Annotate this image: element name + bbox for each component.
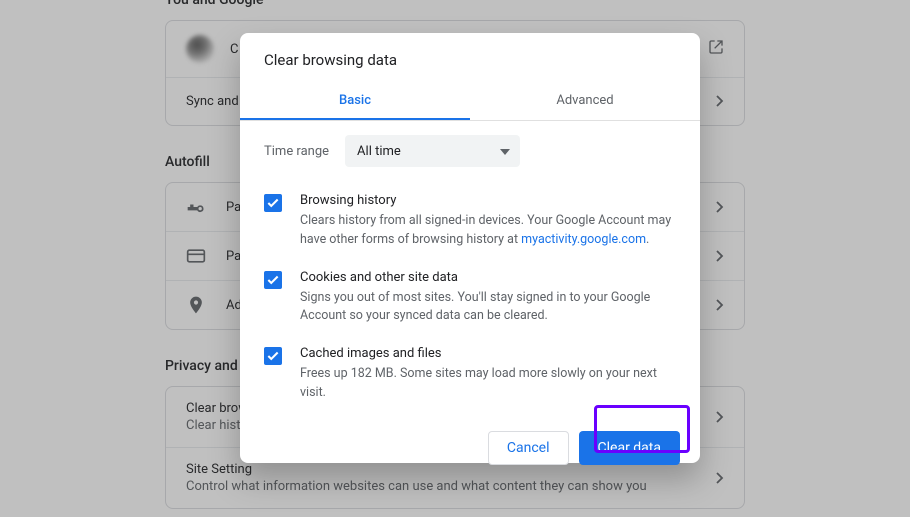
time-range-label: Time range [264, 144, 329, 159]
clear-browsing-data-dialog: Clear browsing data Basic Advanced Time … [240, 33, 700, 463]
option-cookies: Cookies and other site data Signs you ou… [264, 262, 676, 339]
option-description: Frees up 182 MB. Some sites may load mor… [300, 365, 676, 403]
option-browsing-history: Browsing history Clears history from all… [264, 185, 676, 262]
tab-basic[interactable]: Basic [240, 83, 470, 120]
option-description: Signs you out of most sites. You'll stay… [300, 289, 676, 327]
option-description: Clears history from all signed-in device… [300, 212, 676, 250]
option-label: Cached images and files [300, 346, 676, 361]
checkbox-cookies[interactable] [264, 271, 282, 289]
time-range-row: Time range All time [264, 135, 676, 167]
clear-data-button[interactable]: Clear data [579, 431, 680, 465]
time-range-select[interactable]: All time [345, 135, 520, 167]
dialog-tabs: Basic Advanced [240, 83, 700, 121]
dialog-body: Time range All time Browsing history Cle… [240, 121, 700, 415]
time-range-value: All time [357, 144, 401, 159]
checkbox-cache[interactable] [264, 347, 282, 365]
dialog-actions: Cancel Clear data [240, 415, 700, 485]
option-cache: Cached images and files Frees up 182 MB.… [264, 338, 676, 415]
myactivity-link[interactable]: myactivity.google.com [521, 232, 646, 247]
option-label: Cookies and other site data [300, 270, 676, 285]
caret-down-icon [500, 144, 510, 159]
tab-advanced[interactable]: Advanced [470, 83, 700, 120]
option-label: Browsing history [300, 193, 676, 208]
dialog-title: Clear browsing data [240, 33, 700, 83]
checkbox-browsing-history[interactable] [264, 194, 282, 212]
cancel-button[interactable]: Cancel [488, 431, 569, 465]
